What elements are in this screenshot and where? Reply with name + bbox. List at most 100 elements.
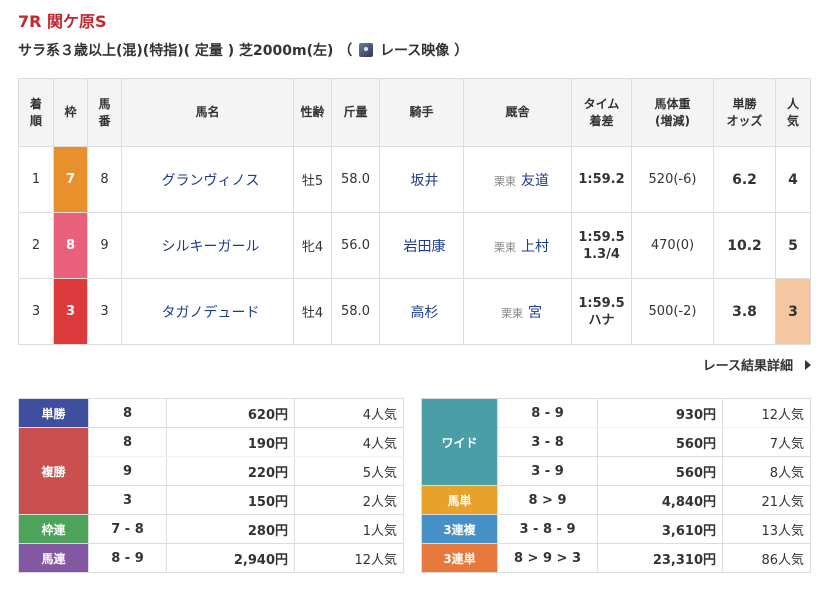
bet-type-label: 馬単 [421,485,498,515]
payout-combination: 7 - 8 [88,514,167,544]
video-camera-icon [359,43,374,57]
result-time: 1:59.2 [571,146,632,213]
header-popularity: 人気 [775,78,811,147]
payout-popularity: 5人気 [294,456,404,486]
stable-region: 栗東 [494,240,516,254]
result-row: 3 3 3 タガノデュード 牡4 58.0 高杉 栗東宮 1:59.5 ハナ 500(-2) 3.8 3 [18,278,811,345]
payout-combination: 8 - 9 [88,543,167,573]
race-video-label: レース映像 [380,43,450,59]
horse-name-link[interactable]: グランヴィノス [121,146,294,213]
race-title: 7R 関ケ原S [18,12,107,31]
result-umaban: 8 [87,146,122,213]
payout-popularity: 21人気 [722,485,811,515]
time-value: 1:59.5 [578,229,625,245]
waku-badge: 3 [53,278,88,345]
header-stable: 厩舎 [463,78,572,147]
payout-table-right: ワイド 8 - 9 930円 12人気 3 - 8 560円 7人気 3 - 9 560円 8人気… [421,398,811,573]
bet-type-label: ワイド [421,398,498,486]
result-time: 1:59.5 1.3/4 [571,212,632,279]
header-jockey: 騎手 [379,78,464,147]
payout-amount: 560円 [597,427,723,457]
payout-row: 3連単 8 > 9 > 3 23,310円 86人気 [421,543,811,573]
result-time: 1:59.5 ハナ [571,278,632,345]
payout-popularity: 4人気 [294,427,404,457]
race-video-link[interactable]: レース映像 [357,43,449,59]
trainer-link[interactable]: 宮 [528,305,542,321]
payout-combination: 8 [88,398,167,428]
result-age: 牡4 [293,278,332,345]
result-stable: 栗東 上村 [463,212,572,279]
payout-popularity: 4人気 [294,398,404,428]
trainer-link[interactable]: 友道 [521,173,549,189]
jockey-link[interactable]: 高杉 [379,278,464,345]
result-odds: 10.2 [713,212,776,279]
payout-amount: 280円 [166,514,295,544]
header-time: タイム 着差 [571,78,632,147]
payout-popularity: 12人気 [294,543,404,573]
payout-combination: 3 - 9 [497,456,598,486]
result-header-row: 着順 枠 馬番 馬名 性齢 斤量 騎手 厩舎 タイム 着差 馬体重 (増減) 単勝オ… [18,78,811,147]
result-weight: 58.0 [331,278,380,345]
payout-amount: 620円 [166,398,295,428]
header-bodyweight: 馬体重 (増減) [631,78,714,147]
payout-amount: 560円 [597,456,723,486]
result-stable: 栗東 友道 [463,146,572,213]
race-condition: サラ系３歳以上(混)(特指)( 定量 ) 芝2000m(左) （ レース映像 ） [18,40,468,60]
margin-value: 1.3/4 [583,246,620,262]
result-chaku: 1 [18,146,54,213]
bet-type-label: 複勝 [18,427,89,515]
header-chaku: 着順 [18,78,54,147]
header-odds: 単勝 オッズ [713,78,776,147]
result-stable: 栗東宮 [463,278,572,345]
bet-type-label: 単勝 [18,398,89,428]
payout-table-left: 単勝 8 620円 4人気 複勝 8 190円 4人気 9 220円 5人気 3 150円 2人気 枠連 7 … [18,398,404,573]
trainer-link[interactable]: 上村 [521,239,549,255]
stable-region: 栗東 [501,306,523,320]
horse-name-link[interactable]: タガノデュード [121,278,294,345]
payout-amount: 2,940円 [166,543,295,573]
race-condition-text: サラ系３歳以上(混)(特指)( 定量 ) 芝2000m(左) （ [18,43,353,59]
payout-combination: 8 - 9 [497,398,598,428]
result-chaku: 3 [18,278,54,345]
result-weight: 56.0 [331,212,380,279]
payout-amount: 3,610円 [597,514,723,544]
horse-name-link[interactable]: シルキーガール [121,212,294,279]
payout-row: ワイド 8 - 9 930円 12人気 [421,398,811,486]
payout-combination: 3 - 8 [497,427,598,457]
payout-popularity: 2人気 [294,485,404,515]
result-age: 牝4 [293,212,332,279]
jockey-link[interactable]: 岩田康 [379,212,464,279]
result-bodyweight: 470(0) [631,212,714,279]
result-popularity: 4 [775,146,811,213]
header-umaban: 馬番 [87,78,122,147]
payout-combination: 8 > 9 [497,485,598,515]
payout-row: 3連複 3 - 8 - 9 3,610円 13人気 [421,514,811,544]
payout-combination: 9 [88,456,167,486]
payout-row: 枠連 7 - 8 280円 1人気 [18,514,404,544]
result-umaban: 9 [87,212,122,279]
payout-combination: 3 - 8 - 9 [497,514,598,544]
result-table: 着順 枠 馬番 馬名 性齢 斤量 騎手 厩舎 タイム 着差 馬体重 (増減) 単勝オ… [18,78,811,345]
margin-value: ハナ [588,312,615,328]
payout-popularity: 13人気 [722,514,811,544]
race-result-detail-link[interactable]: レース結果詳細 [703,355,811,374]
payout-combination: 3 [88,485,167,515]
result-weight: 58.0 [331,146,380,213]
payout-combination: 8 > 9 > 3 [497,543,598,573]
jockey-link[interactable]: 坂井 [379,146,464,213]
payout-popularity: 7人気 [722,427,811,457]
payout-row: 複勝 8 190円 4人気 [18,427,404,515]
payout-amount: 930円 [597,398,723,428]
result-bodyweight: 520(-6) [631,146,714,213]
payout-popularity: 1人気 [294,514,404,544]
result-umaban: 3 [87,278,122,345]
payout-amount: 150円 [166,485,295,515]
result-odds: 6.2 [713,146,776,213]
stable-region: 栗東 [494,174,516,188]
time-value: 1:59.2 [578,172,625,187]
payout-popularity: 12人気 [722,398,811,428]
waku-badge: 7 [53,146,88,213]
bet-type-label: 3連複 [421,514,498,544]
header-age: 性齢 [293,78,332,147]
arrow-right-icon [805,360,811,370]
